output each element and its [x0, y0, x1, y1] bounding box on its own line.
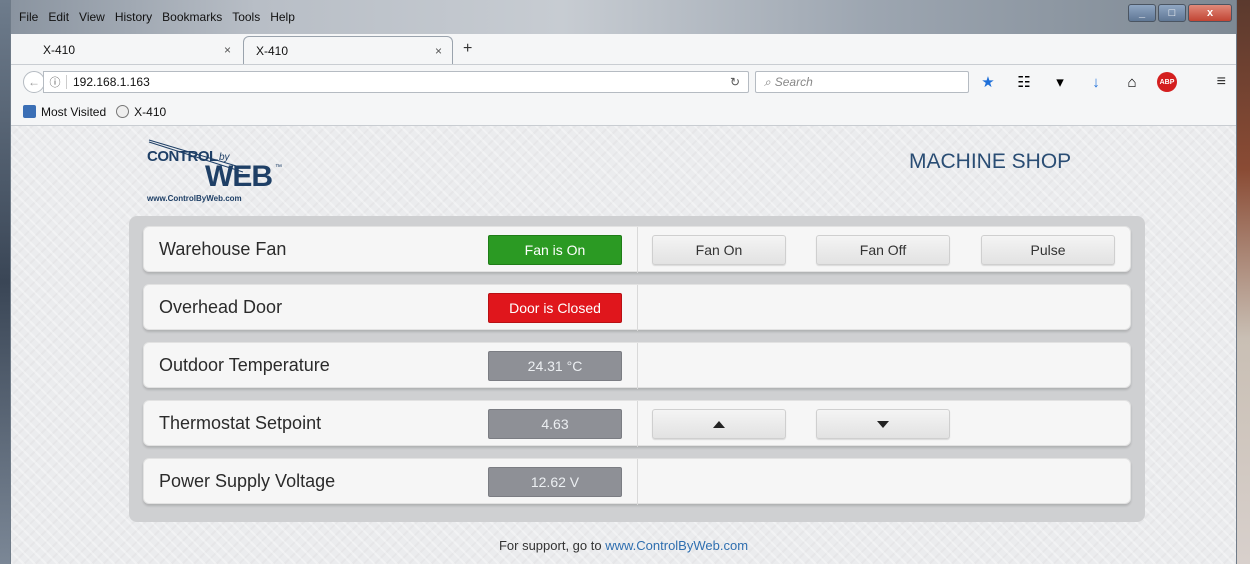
reading-list-icon[interactable]: ☷	[1013, 71, 1035, 93]
row-warehouse-fan: Warehouse Fan Fan is On Fan On Fan Off P…	[143, 226, 1131, 273]
search-icon: ⌕	[764, 74, 771, 89]
menu-bar: File Edit View History Bookmarks Tools H…	[19, 10, 295, 24]
adblock-icon[interactable]: ABP	[1157, 72, 1177, 92]
down-arrow-icon	[877, 420, 889, 428]
row-label: Warehouse Fan	[159, 239, 287, 259]
setpoint-up-button[interactable]	[652, 409, 786, 439]
logo-url-text: www.ControlByWeb.com	[147, 194, 242, 203]
url-text[interactable]: 192.168.1.163	[73, 75, 150, 89]
setpoint-value: 4.63	[488, 409, 622, 439]
setpoint-down-button[interactable]	[816, 409, 950, 439]
row-thermostat-setpoint: Thermostat Setpoint 4.63	[143, 400, 1131, 447]
most-visited-icon	[23, 105, 36, 118]
row-power-supply-voltage: Power Supply Voltage 12.62 V	[143, 458, 1131, 505]
site-info-icon[interactable]: ⓘ	[44, 74, 66, 90]
menu-tools[interactable]: Tools	[232, 10, 260, 24]
browser-window: File Edit View History Bookmarks Tools H…	[10, 0, 1237, 564]
new-tab-button[interactable]: +	[463, 40, 472, 58]
up-arrow-icon	[713, 420, 725, 428]
desktop-background-left	[0, 0, 10, 564]
search-input[interactable]: ⌕ Search	[755, 71, 969, 93]
support-footer: For support, go to www.ControlByWeb.com	[11, 538, 1236, 553]
row-outdoor-temperature: Outdoor Temperature 24.31 °C	[143, 342, 1131, 389]
row-divider	[637, 343, 638, 389]
bookmark-most-visited[interactable]: Most Visited	[23, 105, 106, 119]
navigation-toolbar: ← ⓘ 192.168.1.163 ↻ ⌕ Search ★ ☷ ▾ ↓ ⌂ A…	[11, 64, 1236, 98]
close-window-button[interactable]: x	[1188, 4, 1232, 22]
row-label: Thermostat Setpoint	[159, 413, 322, 433]
logo-tm-text: ™	[275, 164, 282, 171]
tab-x410-first[interactable]: X-410 ×	[31, 36, 241, 64]
row-divider	[637, 227, 638, 273]
fan-status-indicator: Fan is On	[488, 235, 622, 265]
download-icon[interactable]: ↓	[1085, 71, 1107, 93]
toolbar-icons: ★ ☷ ▾ ↓ ⌂ ABP	[977, 71, 1177, 93]
fan-on-button[interactable]: Fan On	[652, 235, 786, 265]
window-controls: _ □ x	[1128, 4, 1232, 22]
row-divider	[637, 285, 638, 331]
bookmarks-bar: Most Visited X-410	[11, 98, 1236, 126]
menu-icon[interactable]: ≡	[1217, 73, 1226, 91]
url-bar[interactable]: ⓘ 192.168.1.163 ↻	[43, 71, 749, 93]
page-title: MACHINE SHOP	[909, 150, 1072, 173]
bookmark-x410[interactable]: X-410	[116, 105, 166, 119]
door-status-indicator: Door is Closed	[488, 293, 622, 323]
globe-icon	[116, 105, 130, 118]
row-divider	[637, 401, 638, 447]
star-icon[interactable]: ★	[977, 71, 999, 93]
row-label: Overhead Door	[159, 297, 283, 317]
back-arrow-icon[interactable]: ←	[23, 71, 45, 93]
tab-strip: X-410 × X-410 × +	[11, 34, 1236, 64]
menu-help[interactable]: Help	[270, 10, 295, 24]
pocket-icon[interactable]: ▾	[1049, 71, 1071, 93]
tab-label: X-410	[43, 43, 76, 57]
menu-view[interactable]: View	[79, 10, 105, 24]
tab-x410-active[interactable]: X-410 ×	[243, 36, 453, 64]
controlbyweb-logo[interactable]: CONTROL by WEB ™ www.ControlByWeb.com	[143, 138, 293, 206]
logo-web-text: WEB	[205, 160, 273, 193]
title-bar: File Edit View History Bookmarks Tools H…	[11, 0, 1236, 34]
page-content: CONTROL by WEB ™ www.ControlByWeb.com MA…	[11, 126, 1236, 564]
maximize-button[interactable]: □	[1158, 4, 1186, 22]
tab-label: X-410	[256, 43, 289, 58]
support-text: For support, go to	[498, 538, 602, 553]
pulse-button[interactable]: Pulse	[981, 235, 1115, 265]
close-tab-icon[interactable]: ×	[435, 44, 442, 58]
menu-file[interactable]: File	[19, 10, 38, 24]
menu-history[interactable]: History	[115, 10, 152, 24]
temperature-value: 24.31 °C	[488, 351, 622, 381]
search-placeholder: Search	[774, 75, 813, 89]
minimize-button[interactable]: _	[1128, 4, 1156, 22]
row-divider	[637, 459, 638, 505]
reload-icon[interactable]: ↻	[730, 75, 740, 89]
support-link[interactable]: www.ControlByWeb.com	[605, 538, 748, 553]
desktop-background-right	[1236, 0, 1250, 564]
voltage-value: 12.62 V	[488, 467, 622, 497]
url-separator	[66, 75, 67, 89]
control-panel: Warehouse Fan Fan is On Fan On Fan Off P…	[129, 216, 1145, 522]
bookmark-label: Most Visited	[41, 104, 107, 119]
row-overhead-door: Overhead Door Door is Closed	[143, 284, 1131, 331]
row-label: Outdoor Temperature	[159, 355, 330, 375]
home-icon[interactable]: ⌂	[1121, 71, 1143, 93]
menu-edit[interactable]: Edit	[48, 10, 69, 24]
bookmark-label: X-410	[134, 104, 167, 119]
row-label: Power Supply Voltage	[159, 471, 336, 491]
menu-bookmarks[interactable]: Bookmarks	[162, 10, 222, 24]
fan-off-button[interactable]: Fan Off	[816, 235, 950, 265]
close-tab-icon[interactable]: ×	[224, 43, 231, 57]
